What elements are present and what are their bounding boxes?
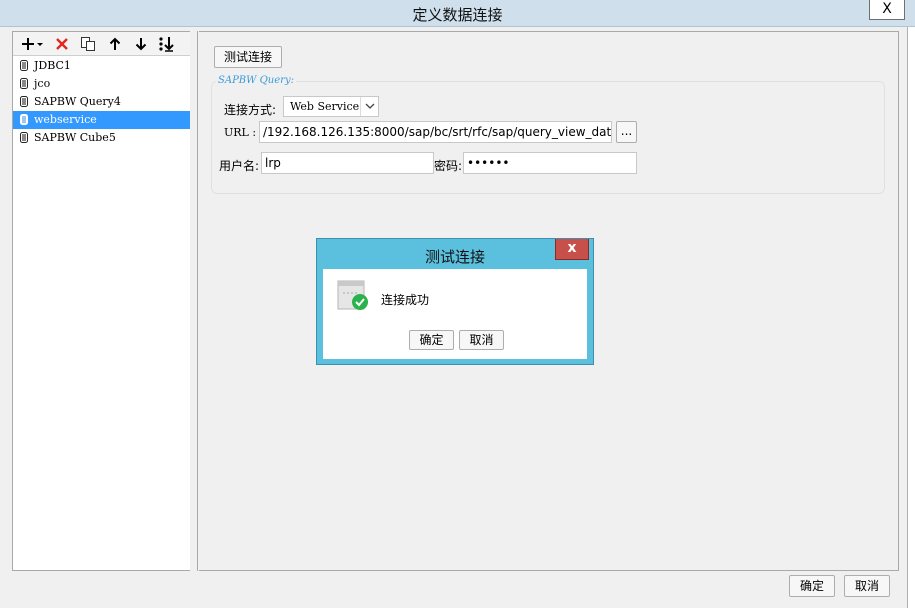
dialog-cancel-button[interactable]: 取消 bbox=[459, 330, 504, 350]
cancel-button[interactable]: 取消 bbox=[844, 575, 890, 597]
dialog-close-button[interactable]: x bbox=[555, 239, 589, 260]
window-edge bbox=[907, 27, 915, 608]
connection-list-panel: JDBC1 jco SAPBW Query4 webservice SAPBW … bbox=[12, 31, 193, 571]
move-down-icon[interactable] bbox=[130, 34, 152, 54]
connection-method-select[interactable]: Web Service bbox=[283, 96, 379, 117]
list-item[interactable]: SAPBW Cube5 bbox=[13, 129, 192, 147]
window-close-button[interactable]: X bbox=[869, 0, 905, 20]
dialog-title: 测试连接 bbox=[424, 248, 485, 266]
username-field[interactable]: lrp bbox=[261, 152, 434, 174]
test-connection-dialog: 测试连接 x 连接成功 确定 取消 bbox=[316, 238, 594, 365]
method-label: 连接方式: bbox=[224, 103, 277, 117]
list-item-label: jco bbox=[34, 77, 51, 90]
list-item[interactable]: JDBC1 bbox=[13, 57, 192, 75]
splitter[interactable] bbox=[190, 31, 198, 571]
url-field[interactable]: /192.168.126.135:8000/sap/bc/srt/rfc/sap… bbox=[259, 121, 612, 143]
database-icon bbox=[20, 132, 28, 143]
connection-list: JDBC1 jco SAPBW Query4 webservice SAPBW … bbox=[13, 57, 192, 147]
url-browse-button[interactable]: ... bbox=[616, 121, 637, 143]
list-item[interactable]: webservice bbox=[13, 111, 192, 129]
delete-icon[interactable] bbox=[51, 34, 73, 54]
success-icon bbox=[337, 280, 368, 310]
window-titlebar: 定义数据连接 X bbox=[0, 0, 915, 27]
window-title: 定义数据连接 bbox=[412, 6, 503, 24]
test-connection-button[interactable]: 测试连接 bbox=[214, 46, 282, 68]
dialog-body: 连接成功 确定 取消 bbox=[323, 269, 587, 359]
list-item[interactable]: jco bbox=[13, 75, 192, 93]
copy-icon[interactable] bbox=[77, 34, 99, 54]
chevron-down-icon[interactable] bbox=[360, 97, 378, 116]
connection-toolbar bbox=[13, 32, 192, 56]
list-item-label: SAPBW Cube5 bbox=[34, 131, 116, 144]
database-icon bbox=[20, 60, 28, 71]
connection-method-value: Web Service bbox=[290, 100, 360, 113]
password-field[interactable]: •••••• bbox=[463, 152, 637, 174]
username-label: 用户名: bbox=[219, 159, 260, 173]
database-icon bbox=[20, 96, 28, 107]
dialog-message: 连接成功 bbox=[381, 293, 430, 307]
database-icon bbox=[20, 78, 28, 89]
move-up-icon[interactable] bbox=[104, 34, 126, 54]
list-item[interactable]: SAPBW Query4 bbox=[13, 93, 192, 111]
list-item-label: webservice bbox=[34, 113, 97, 126]
group-label: SAPBW Query: bbox=[216, 75, 296, 86]
dialog-ok-button[interactable]: 确定 bbox=[409, 330, 454, 350]
list-item-label: JDBC1 bbox=[34, 59, 71, 72]
ok-button[interactable]: 确定 bbox=[789, 575, 835, 597]
list-item-label: SAPBW Query4 bbox=[34, 95, 121, 108]
password-label: 密码: bbox=[434, 159, 463, 173]
database-icon bbox=[20, 114, 28, 125]
sort-icon[interactable] bbox=[156, 34, 178, 54]
url-label: URL : bbox=[224, 126, 257, 139]
add-icon[interactable] bbox=[19, 34, 45, 54]
